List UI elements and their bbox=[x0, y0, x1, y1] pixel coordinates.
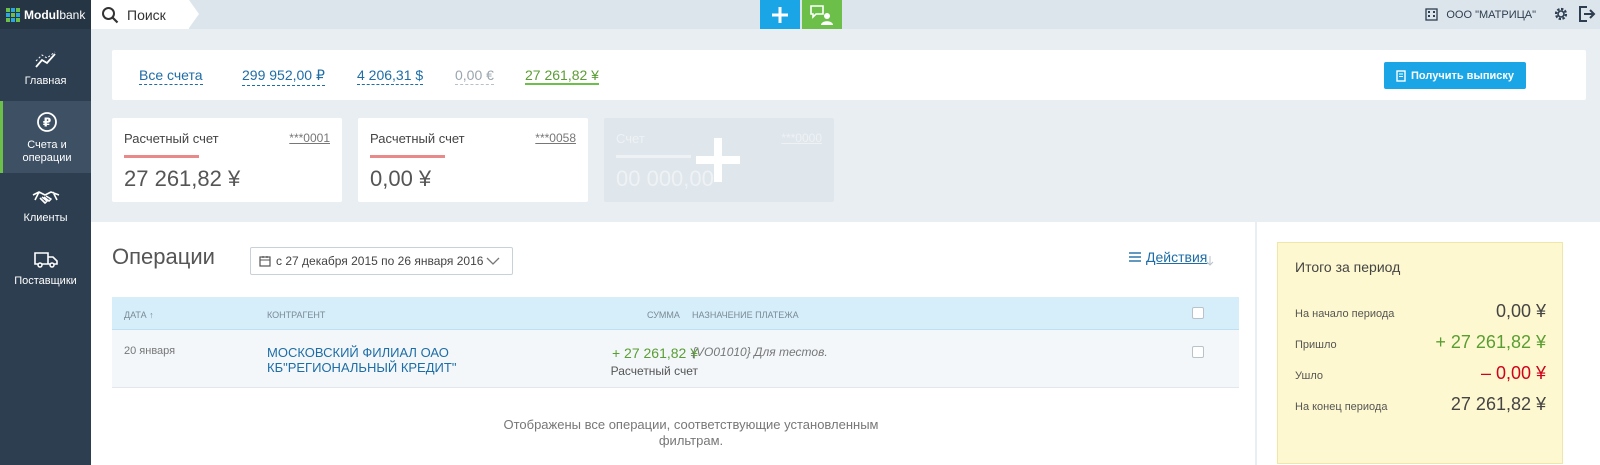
sidebar-item-label: Поставщики bbox=[14, 275, 77, 287]
sidebar-item-label: Главная bbox=[24, 75, 67, 87]
summary-label: На начало периода bbox=[1295, 308, 1395, 320]
row-purpose: {VO01010} Для тестов. bbox=[692, 345, 828, 359]
row-amount: + 27 261,82 ¥ bbox=[611, 345, 698, 361]
support-chat-button[interactable] bbox=[802, 0, 842, 29]
operations-panel: Операции с 27 декабря 2015 по 26 января … bbox=[91, 222, 1255, 465]
ruble-coin-icon: ₽ bbox=[37, 111, 57, 132]
account-card-bar bbox=[370, 155, 445, 158]
summary-value: 27 261,82 ¥ bbox=[1450, 394, 1546, 414]
search-button[interactable]: Поиск bbox=[91, 0, 199, 29]
truck-icon bbox=[33, 252, 58, 268]
building-icon bbox=[1425, 8, 1439, 21]
handshake-icon bbox=[32, 191, 59, 204]
summary-title: Итого за период bbox=[1295, 259, 1401, 275]
summary-line-expense: Ушло – 0,00 ¥ bbox=[1295, 363, 1546, 385]
sort-up-icon: ↑ bbox=[149, 310, 154, 320]
sort-arrow-icon[interactable] bbox=[1206, 256, 1214, 266]
sidebar-item-accounts[interactable]: ₽ Счета и операции bbox=[0, 101, 91, 173]
column-sum[interactable]: СУММА bbox=[647, 310, 680, 320]
account-card[interactable]: Расчетный счет ***0001 27 261,82 ¥ bbox=[112, 118, 342, 202]
account-card-bar bbox=[616, 155, 691, 158]
document-icon bbox=[1396, 69, 1406, 82]
balance-cny[interactable]: 27 261,82 ¥ bbox=[525, 67, 599, 85]
account-card-title: Расчетный счет bbox=[370, 131, 465, 146]
summary-line-end: На конец периода 27 261,82 ¥ bbox=[1295, 394, 1546, 416]
add-button[interactable] bbox=[760, 0, 800, 29]
sidebar-item-clients[interactable]: Клиенты bbox=[0, 184, 91, 230]
select-all-checkbox[interactable] bbox=[1192, 307, 1204, 319]
account-card-title: Счет bbox=[616, 131, 645, 146]
balance-rub[interactable]: 299 952,00 ₽ bbox=[242, 67, 325, 86]
column-purpose: НАЗНАЧЕНИЕ ПЛАТЕЖА bbox=[692, 310, 799, 320]
actions-menu[interactable]: Действия bbox=[1129, 249, 1207, 265]
settings-button[interactable] bbox=[1552, 5, 1570, 26]
column-date[interactable]: ДАТА ↑ bbox=[124, 310, 154, 320]
account-card-title: Расчетный счет bbox=[124, 131, 219, 146]
account-card[interactable]: Расчетный счет ***0058 0,00 ¥ bbox=[358, 118, 588, 202]
actions-label: Действия bbox=[1146, 249, 1208, 265]
period-summary: Итого за период На начало периода 0,00 ¥… bbox=[1277, 242, 1563, 464]
operations-title: Операции bbox=[112, 244, 215, 269]
date-range-picker[interactable]: с 27 декабря 2015 по 26 января 2016 bbox=[250, 247, 513, 275]
date-range-label: с 27 декабря 2015 по 26 января 2016 bbox=[276, 254, 484, 268]
row-date: 20 января bbox=[124, 345, 176, 357]
row-sum: + 27 261,82 ¥ Расчетный счет bbox=[611, 345, 698, 378]
account-card-number[interactable]: ***0058 bbox=[535, 131, 576, 145]
chat-user-icon bbox=[810, 4, 833, 25]
summary-label: Пришло bbox=[1295, 339, 1337, 351]
brand-logo[interactable]: Modulbank bbox=[0, 0, 91, 29]
column-contractor[interactable]: КОНТРАГЕНТ bbox=[267, 310, 325, 320]
account-card-amount: 27 261,82 ¥ bbox=[124, 166, 241, 191]
summary-line-income: Пришло + 27 261,82 ¥ bbox=[1295, 332, 1546, 354]
account-card-number: ***0000 bbox=[781, 131, 822, 145]
logout-icon bbox=[1579, 6, 1596, 22]
logo-icon bbox=[6, 7, 20, 22]
summary-value: + 27 261,82 ¥ bbox=[1435, 332, 1546, 352]
sidebar-item-label: Клиенты bbox=[23, 212, 68, 224]
gear-icon bbox=[1554, 7, 1568, 21]
company-selector[interactable]: ООО "МАТРИЦА" bbox=[1425, 0, 1536, 29]
balance-bar: Все счета 299 952,00 ₽ 4 206,31 $ 0,00 €… bbox=[112, 50, 1586, 100]
row-checkbox[interactable] bbox=[1192, 346, 1204, 358]
sidebar-item-home[interactable]: Главная bbox=[0, 44, 91, 94]
sidebar: Modulbank Главная ₽ Счета и операции Кли… bbox=[0, 0, 91, 465]
balance-eur[interactable]: 0,00 € bbox=[455, 67, 494, 85]
table-row[interactable]: 20 января МОСКОВСКИЙ ФИЛИАЛ ОАО КБ"РЕГИО… bbox=[112, 330, 1239, 388]
summary-label: Ушло bbox=[1295, 370, 1323, 382]
all-accounts-link[interactable]: Все счета bbox=[139, 67, 203, 85]
logout-button[interactable] bbox=[1578, 5, 1596, 26]
chevron-down-icon bbox=[486, 257, 500, 265]
row-account: Расчетный счет bbox=[610, 364, 698, 378]
top-bar: Поиск ООО "МАТРИЦА" bbox=[91, 0, 1600, 29]
row-contractor[interactable]: МОСКОВСКИЙ ФИЛИАЛ ОАО КБ"РЕГИОНАЛЬНЫЙ КР… bbox=[267, 345, 467, 375]
summary-value: – 0,00 ¥ bbox=[1480, 363, 1546, 383]
brand-name: Modulbank bbox=[24, 7, 86, 22]
sidebar-item-suppliers[interactable]: Поставщики bbox=[0, 246, 91, 292]
account-card-amount: 0,00 ¥ bbox=[370, 166, 432, 191]
sidebar-item-label: Счета и операции bbox=[22, 138, 72, 164]
search-icon bbox=[102, 6, 119, 23]
calendar-icon bbox=[259, 256, 271, 267]
company-name: ООО "МАТРИЦА" bbox=[1446, 8, 1536, 21]
summary-line-start: На начало периода 0,00 ¥ bbox=[1295, 301, 1546, 323]
get-statement-label: Получить выписку bbox=[1411, 69, 1514, 82]
balance-usd[interactable]: 4 206,31 $ bbox=[357, 67, 424, 85]
operations-footnote: Отображены все операции, соответствующие… bbox=[503, 417, 879, 448]
get-statement-button[interactable]: Получить выписку bbox=[1384, 62, 1526, 89]
account-card-number[interactable]: ***0001 bbox=[289, 131, 330, 145]
menu-icon bbox=[1129, 252, 1141, 262]
operations-table-header: ДАТА ↑ КОНТРАГЕНТ СУММА НАЗНАЧЕНИЕ ПЛАТЕ… bbox=[112, 297, 1239, 330]
summary-label: На конец периода bbox=[1295, 401, 1388, 413]
search-label: Поиск bbox=[127, 6, 166, 23]
svg-text:₽: ₽ bbox=[43, 115, 51, 129]
plus-icon bbox=[696, 138, 740, 182]
summary-value: 0,00 ¥ bbox=[1495, 301, 1546, 321]
account-card-bar bbox=[124, 155, 199, 158]
plus-icon bbox=[772, 6, 788, 23]
summary-column: Итого за период На начало периода 0,00 ¥… bbox=[1257, 222, 1600, 465]
chart-line-icon bbox=[34, 51, 56, 68]
add-account-card[interactable]: Счет ***0000 00 000,00 bbox=[604, 118, 834, 202]
